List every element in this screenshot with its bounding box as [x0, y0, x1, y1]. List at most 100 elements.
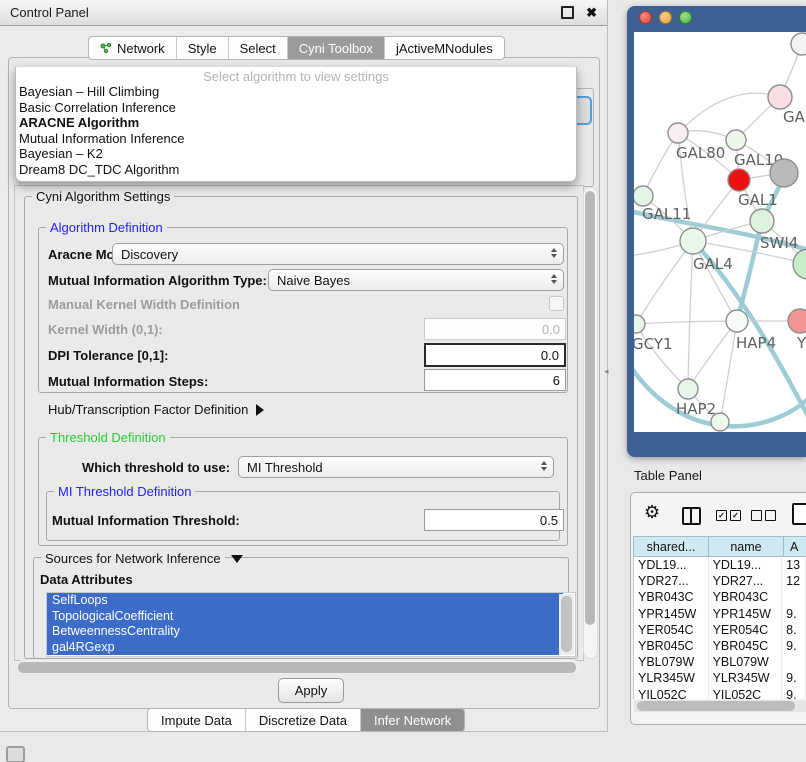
tab-infer-network[interactable]: Infer Network [361, 709, 464, 731]
table-cell[interactable]: YIL052C [709, 687, 783, 700]
docked-panel-icon[interactable] [6, 746, 25, 762]
table-row[interactable]: YIL052CYIL052C9. [634, 687, 806, 700]
network-node-gal4[interactable] [680, 228, 706, 254]
table-row[interactable]: YLR345WYLR345W9. [634, 670, 806, 686]
table-cell[interactable]: 13 [782, 557, 806, 573]
dpi-tolerance-input[interactable]: 0.0 [424, 343, 566, 367]
attribute-item-selected[interactable]: BetweennessCentrality [47, 624, 563, 640]
table-cell[interactable]: YER054C [709, 622, 783, 638]
mi-type-select[interactable]: Naive Bayes [268, 269, 564, 291]
table-row[interactable]: YER054CYER054C8. [634, 622, 806, 638]
minimize-traffic-light-icon[interactable] [659, 11, 672, 24]
network-node-hap2[interactable] [678, 379, 698, 399]
table-row[interactable]: YBR045CYBR045C9. [634, 638, 806, 654]
tab-select[interactable]: Select [229, 37, 288, 59]
table-cell[interactable]: 9. [782, 638, 806, 654]
algorithm-option[interactable]: Basic Correlation Inference [16, 100, 576, 116]
table-cell[interactable]: 8. [782, 622, 806, 638]
split-pane-handle-icon[interactable]: ◂ [604, 366, 609, 377]
tab-discretize-data[interactable]: Discretize Data [246, 709, 361, 731]
network-node-gal[interactable] [768, 85, 792, 109]
network-node-hap4[interactable] [726, 310, 748, 332]
select-all-checkboxes-icon[interactable]: ✓✓ [716, 510, 741, 521]
aracne-mode-select[interactable]: Discovery [112, 243, 564, 265]
table-cell[interactable]: YDL19... [709, 557, 783, 573]
table-cell[interactable]: YBR043C [709, 589, 783, 605]
column-header[interactable]: A [783, 536, 806, 557]
network-node[interactable] [770, 159, 798, 187]
network-edge[interactable] [678, 93, 780, 133]
network-edge[interactable] [720, 321, 737, 422]
table-cell[interactable] [782, 654, 806, 670]
mi-threshold-input[interactable]: 0.5 [424, 509, 564, 531]
network-node[interactable] [711, 413, 729, 431]
table-cell[interactable]: YPR145W [634, 606, 709, 622]
table-cell[interactable]: YBR045C [709, 638, 783, 654]
close-icon[interactable]: ✖ [586, 8, 597, 18]
table-row[interactable]: YDL19...YDL19...13 [634, 557, 806, 573]
network-edge[interactable] [643, 133, 678, 196]
manual-kernel-checkbox[interactable] [549, 296, 564, 311]
table-row[interactable]: YPR145WYPR145W9. [634, 606, 806, 622]
table-cell[interactable]: 9. [782, 687, 806, 700]
table-cell[interactable]: YBR045C [634, 638, 709, 654]
tab-cyni-toolbox[interactable]: Cyni Toolbox [288, 37, 385, 59]
list-scrollbar-track[interactable] [559, 594, 574, 655]
network-edge[interactable] [636, 324, 688, 389]
algorithm-option[interactable]: Bayesian – K2 [16, 146, 576, 162]
table-cell[interactable]: YBR043C [634, 589, 709, 605]
deselect-all-checkboxes-icon[interactable] [751, 510, 776, 521]
attribute-item-selected[interactable]: SelfLoops [47, 593, 563, 609]
network-edge[interactable] [688, 321, 737, 389]
table-cell[interactable]: YLR345W [709, 670, 783, 686]
tab-style[interactable]: Style [177, 37, 229, 59]
tab-impute-data[interactable]: Impute Data [148, 709, 246, 731]
network-node-gal80[interactable] [668, 123, 688, 143]
table-cell[interactable] [782, 589, 806, 605]
column-header[interactable]: name [708, 536, 783, 557]
table-row[interactable]: YBR043CYBR043C [634, 589, 806, 605]
horizontal-scrollbar-thumb[interactable] [18, 662, 576, 673]
table-cell[interactable]: YDR27... [709, 573, 783, 589]
apply-button[interactable]: Apply [278, 678, 344, 703]
sources-toggle[interactable]: Sources for Network Inference [41, 550, 243, 568]
show-columns-icon[interactable] [682, 507, 701, 525]
vertical-scrollbar-thumb[interactable] [585, 191, 595, 625]
network-node[interactable] [793, 249, 806, 279]
table-row[interactable]: YDR27...YDR27...12 [634, 573, 806, 589]
table-cell[interactable]: 9. [782, 670, 806, 686]
table-cell[interactable]: YPR145W [709, 606, 783, 622]
tab-network[interactable]: Network [89, 37, 177, 59]
table-cell[interactable]: 9. [782, 606, 806, 622]
data-attributes-list[interactable]: SelfLoopsTopologicalCoefficientBetweenne… [46, 592, 576, 657]
table-cell[interactable]: YBL079W [634, 654, 709, 670]
network-node-swi4[interactable] [750, 209, 774, 233]
list-scrollbar-thumb[interactable] [561, 596, 572, 652]
float-window-icon[interactable] [561, 6, 574, 19]
table-cell[interactable]: YER054C [634, 622, 709, 638]
which-threshold-select[interactable]: MI Threshold [238, 456, 554, 478]
function-builder-icon[interactable] [792, 503, 806, 525]
table-cell[interactable]: YIL052C [634, 687, 709, 700]
table-row[interactable]: YBL079WYBL079W [634, 654, 806, 670]
network-edge[interactable] [636, 321, 737, 324]
network-node[interactable] [791, 33, 806, 55]
close-traffic-light-icon[interactable] [639, 11, 652, 24]
tab-jactivemnodules[interactable]: jActiveMNodules [385, 37, 504, 59]
network-node-gal11[interactable] [634, 186, 653, 206]
table-cell[interactable]: YBL079W [709, 654, 783, 670]
table-cell[interactable]: 12 [782, 573, 806, 589]
hub-definition-toggle[interactable]: Hub/Transcription Factor Definition [48, 401, 264, 419]
algorithm-option[interactable]: ARACNE Algorithm [16, 115, 576, 131]
algorithm-option[interactable]: Dream8 DC_TDC Algorithm [16, 162, 576, 178]
mi-steps-input[interactable]: 6 [424, 369, 566, 391]
algorithm-option[interactable]: Bayesian – Hill Climbing [16, 84, 576, 100]
attribute-item-selected[interactable]: TopologicalCoefficient [47, 609, 563, 625]
zoom-traffic-light-icon[interactable] [679, 11, 692, 24]
network-node-gal1[interactable] [728, 169, 750, 191]
table-cell[interactable]: YDR27... [634, 573, 709, 589]
table-hscrollbar-thumb[interactable] [637, 701, 795, 711]
attribute-item-selected[interactable]: gal4RGexp [47, 640, 563, 656]
table-cell[interactable]: YLR345W [634, 670, 709, 686]
algorithm-option[interactable]: Mutual Information Inference [16, 131, 576, 147]
